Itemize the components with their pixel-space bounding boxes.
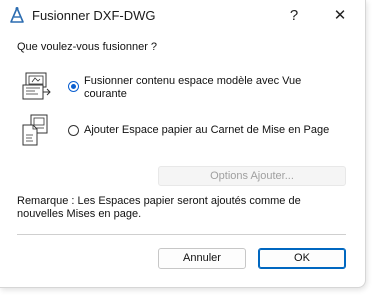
footer-divider: [17, 234, 346, 235]
app-logo-icon: [8, 6, 26, 24]
add-paper-space-radio[interactable]: [68, 125, 79, 136]
merge-model-space-radio[interactable]: [68, 81, 79, 92]
remark-text: Remarque : Les Espaces papier seront ajo…: [17, 195, 301, 220]
window-title: Fusionner DXF-DWG: [32, 8, 156, 23]
merge-question-label: Que voulez-vous fusionner ?: [17, 41, 158, 53]
paper-space-icon: [21, 113, 53, 147]
help-button[interactable]: ?: [283, 6, 305, 26]
ok-button[interactable]: OK: [258, 248, 346, 269]
model-space-icon: [21, 70, 53, 104]
merge-model-space-label[interactable]: Fusionner contenu espace modèle avec Vue…: [84, 75, 324, 101]
cancel-button[interactable]: Annuler: [158, 248, 246, 269]
title-bar[interactable]: Fusionner DXF-DWG ? ✕: [0, 0, 365, 32]
close-button[interactable]: ✕: [329, 6, 351, 26]
add-options-button[interactable]: Options Ajouter...: [158, 166, 346, 186]
dialog-window: Fusionner DXF-DWG ? ✕ Que voulez-vous fu…: [0, 0, 366, 288]
add-paper-space-label[interactable]: Ajouter Espace papier au Carnet de Mise …: [84, 124, 329, 137]
